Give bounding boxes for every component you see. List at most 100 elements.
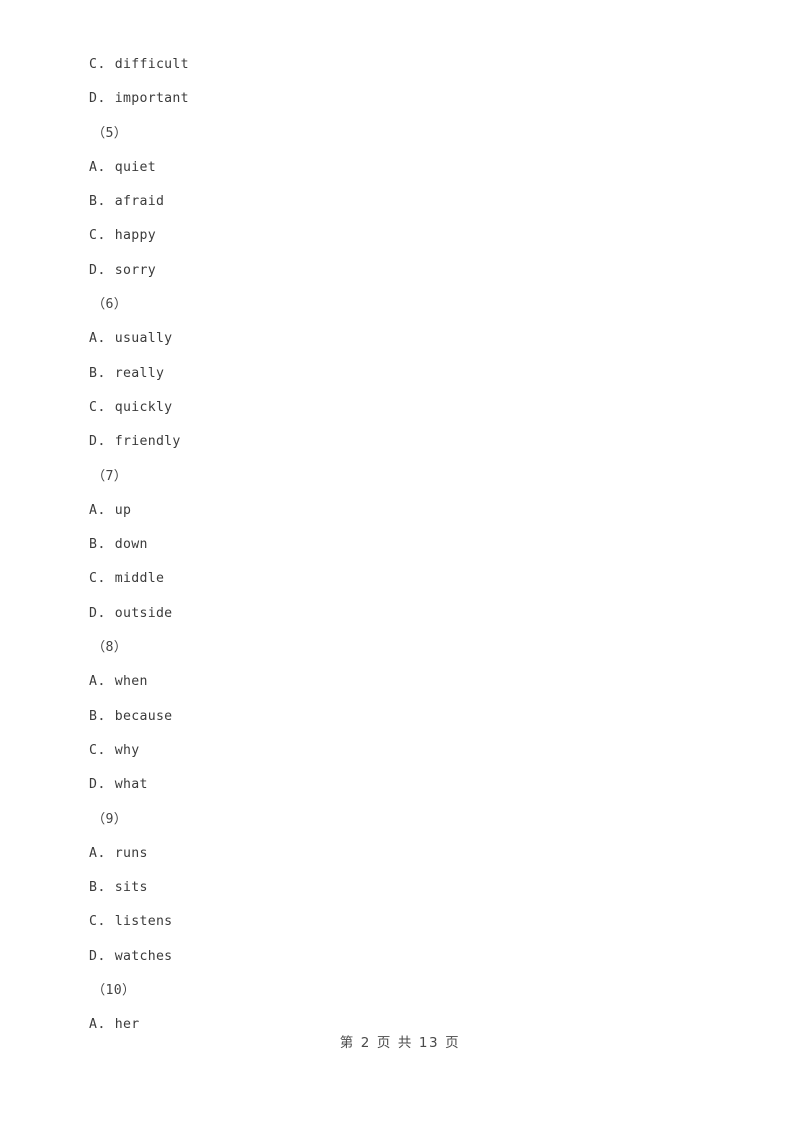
document-page: C． difficult D． important （5） A． quiet B． afraid… <box>0 0 800 1132</box>
answer-option-a: A． runs <box>89 837 729 871</box>
option-text: listens <box>114 914 173 930</box>
option-text: afraid <box>114 194 165 210</box>
answer-option-a: A． up <box>89 494 729 528</box>
answer-option-b: B． because <box>89 700 729 734</box>
option-letter: D <box>89 777 98 793</box>
answer-option-c: C． why <box>89 734 729 768</box>
option-separator: ． <box>98 674 112 690</box>
option-letter: B <box>89 537 98 553</box>
answer-option-d: D． watches <box>89 940 729 974</box>
option-separator: ． <box>98 365 112 381</box>
answer-option-b: B． really <box>89 357 729 391</box>
option-text: what <box>114 777 148 793</box>
option-text: runs <box>114 845 148 861</box>
option-letter: A <box>89 1017 98 1033</box>
option-letter: A <box>89 159 98 175</box>
option-letter: A <box>89 845 98 861</box>
answer-option-b: B． sits <box>89 871 729 905</box>
group-number-text: （7） <box>92 468 128 484</box>
option-text: happy <box>114 228 156 244</box>
question-group-number: （6） <box>89 288 729 322</box>
option-text: her <box>114 1017 140 1033</box>
option-separator: ． <box>98 228 112 244</box>
option-letter: C <box>89 571 98 587</box>
group-number-text: （10） <box>92 983 136 999</box>
option-separator: ． <box>98 845 112 861</box>
option-text: because <box>114 708 173 724</box>
answer-option-c: C． listens <box>89 905 729 939</box>
answer-option-c: C． middle <box>89 562 729 596</box>
option-letter: D <box>89 605 98 621</box>
question-group-number: （8） <box>89 631 729 665</box>
option-separator: ． <box>98 537 112 553</box>
option-letter: B <box>89 708 98 724</box>
question-group-number: （5） <box>89 117 729 151</box>
answer-option-a: A． quiet <box>89 151 729 185</box>
option-separator: ． <box>98 159 112 175</box>
option-separator: ． <box>98 605 112 621</box>
option-separator: ． <box>98 194 112 210</box>
option-text: watches <box>114 948 173 964</box>
option-text: important <box>114 91 189 107</box>
option-letter: C <box>89 228 98 244</box>
option-separator: ． <box>98 91 112 107</box>
option-separator: ． <box>98 399 112 415</box>
option-text: outside <box>114 605 173 621</box>
option-text: when <box>114 674 148 690</box>
option-separator: ． <box>98 914 112 930</box>
question-options-list: C． difficult D． important （5） A． quiet B． afraid… <box>89 48 729 1043</box>
option-letter: D <box>89 434 98 450</box>
option-separator: ． <box>98 948 112 964</box>
group-number-text: （9） <box>92 811 128 827</box>
option-letter: C <box>89 914 98 930</box>
option-text: sorry <box>114 262 156 278</box>
question-group-number: （10） <box>89 974 729 1008</box>
option-letter: B <box>89 880 98 896</box>
group-number-text: （5） <box>92 125 128 141</box>
option-text: friendly <box>114 434 181 450</box>
option-text: why <box>114 742 140 758</box>
option-separator: ． <box>98 880 112 896</box>
group-number-text: （6） <box>92 297 128 313</box>
answer-option-a: A． when <box>89 665 729 699</box>
option-separator: ． <box>98 1017 112 1033</box>
option-text: up <box>114 502 132 518</box>
option-letter: C <box>89 742 98 758</box>
answer-option-d: D． important <box>89 82 729 116</box>
page-footer: 第 2 页 共 13 页 <box>339 1035 461 1051</box>
option-separator: ． <box>98 742 112 758</box>
option-letter: B <box>89 194 98 210</box>
answer-option-d: D． outside <box>89 597 729 631</box>
answer-option-d: D． friendly <box>89 425 729 459</box>
option-letter: A <box>89 674 98 690</box>
option-text: down <box>114 537 148 553</box>
option-letter: A <box>89 502 98 518</box>
answer-option-a: A． usually <box>89 322 729 356</box>
answer-option-c: C． happy <box>89 219 729 253</box>
answer-option-c: C． quickly <box>89 391 729 425</box>
answer-option-c: C． difficult <box>89 48 729 82</box>
option-text: quickly <box>114 399 173 415</box>
option-separator: ． <box>98 777 112 793</box>
answer-option-d: D． sorry <box>89 254 729 288</box>
answer-option-b: B． afraid <box>89 185 729 219</box>
option-text: difficult <box>114 57 189 72</box>
option-letter: B <box>89 365 98 381</box>
answer-option-d: D． what <box>89 768 729 802</box>
option-separator: ． <box>98 262 112 278</box>
option-letter: D <box>89 262 98 278</box>
option-letter: A <box>89 331 98 347</box>
option-separator: ． <box>98 502 112 518</box>
option-letter: D <box>89 91 98 107</box>
option-letter: D <box>89 948 98 964</box>
option-letter: C <box>89 57 98 72</box>
question-group-number: （7） <box>89 460 729 494</box>
option-text: middle <box>114 571 165 587</box>
option-letter: C <box>89 399 98 415</box>
option-text: quiet <box>114 159 156 175</box>
option-separator: ． <box>98 331 112 347</box>
question-group-number: （9） <box>89 803 729 837</box>
option-separator: ． <box>98 571 112 587</box>
option-text: usually <box>114 331 173 347</box>
option-separator: ． <box>98 708 112 724</box>
